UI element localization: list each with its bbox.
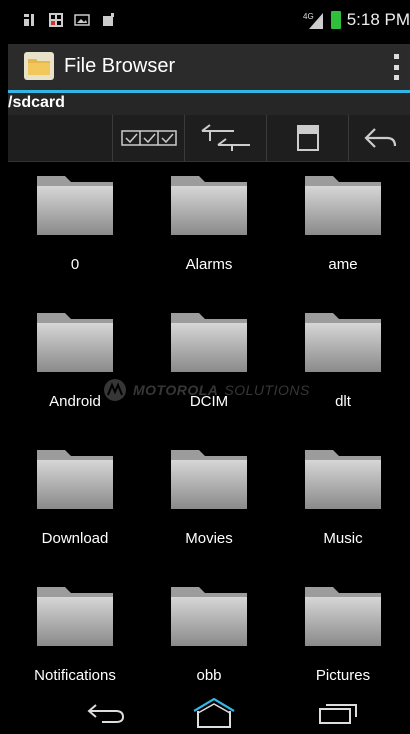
current-path: /sdcard [8,94,65,111]
system-indicators: 4G 5:18 PM [303,10,410,30]
select-multiple-icon [121,130,177,146]
toolbar [8,115,410,162]
folder-item[interactable]: ame [276,162,410,299]
folder-label: Movies [185,530,233,547]
folder-item[interactable]: Pictures [276,573,410,710]
folder-label: Music [323,530,363,547]
swap-button[interactable] [184,115,267,161]
signal-icon: 4G [303,12,323,29]
back-button[interactable] [76,696,136,730]
folder-item[interactable]: Notifications [8,573,142,710]
recent-apps-button[interactable] [308,696,368,730]
folder-item[interactable]: 0 [8,162,142,299]
folder-icon [171,450,247,509]
folder-grid: 0 Alarms ame Android DCIM dlt Download M… [8,162,410,692]
folder-label: dlt [335,393,351,410]
folder-label: Download [41,530,109,547]
download-notification-icon [103,13,114,26]
folder-icon [171,176,247,235]
folder-item[interactable]: Alarms [142,162,276,299]
action-bar: File Browser [8,44,410,93]
back-icon [87,704,125,723]
folder-label: Alarms [185,256,233,273]
folder-icon [37,313,113,372]
notification-icons [22,12,116,28]
folder-icon [37,176,113,235]
save-button[interactable] [266,115,349,161]
battery-icon [330,11,341,29]
folder-item[interactable]: DCIM [142,299,276,436]
folder-item[interactable]: Download [8,436,142,573]
app-title: File Browser [64,55,176,77]
folder-item[interactable]: obb [142,573,276,710]
back-arrow-icon [364,128,397,148]
folder-label: obb [196,667,222,684]
folder-item[interactable]: dlt [276,299,410,436]
folder-icon [37,450,113,509]
folder-label: Notifications [34,667,116,684]
select-multiple-button[interactable] [112,115,185,161]
back-arrow-button[interactable] [348,115,410,161]
svg-text:4G: 4G [303,12,314,21]
folder-item[interactable]: Android [8,299,142,436]
folder-label: 0 [70,256,80,273]
status-bar: 4G 5:18 PM [8,0,410,44]
folder-icon [305,176,381,235]
swap-icon [201,124,250,151]
folder-icon [171,587,247,646]
folder-label: DCIM [189,393,229,410]
folder-icon [305,450,381,509]
folder-app-icon[interactable] [24,52,54,80]
bluetooth-icon [49,13,63,27]
sim-icon [24,14,34,26]
image-notification-icon [74,14,90,26]
folder-label: Android [49,393,101,410]
folder-item[interactable]: Movies [142,436,276,573]
folder-icon [305,313,381,372]
navigation-bar [8,692,410,734]
path-bar: /sdcard [8,93,410,115]
home-button[interactable] [184,696,244,730]
folder-icon [305,587,381,646]
clock: 5:18 PM [346,10,410,29]
recent-apps-icon [319,704,357,724]
overflow-menu-icon[interactable] [392,54,400,80]
screen: 4G 5:18 PM File Browser /sdcard 0 Alarms… [8,0,410,734]
folder-label: Pictures [315,667,371,684]
folder-label: ame [328,256,358,273]
folder-icon [171,313,247,372]
folder-item[interactable]: Music [276,436,410,573]
home-icon [193,697,235,728]
save-icon [297,125,319,151]
folder-icon [37,587,113,646]
